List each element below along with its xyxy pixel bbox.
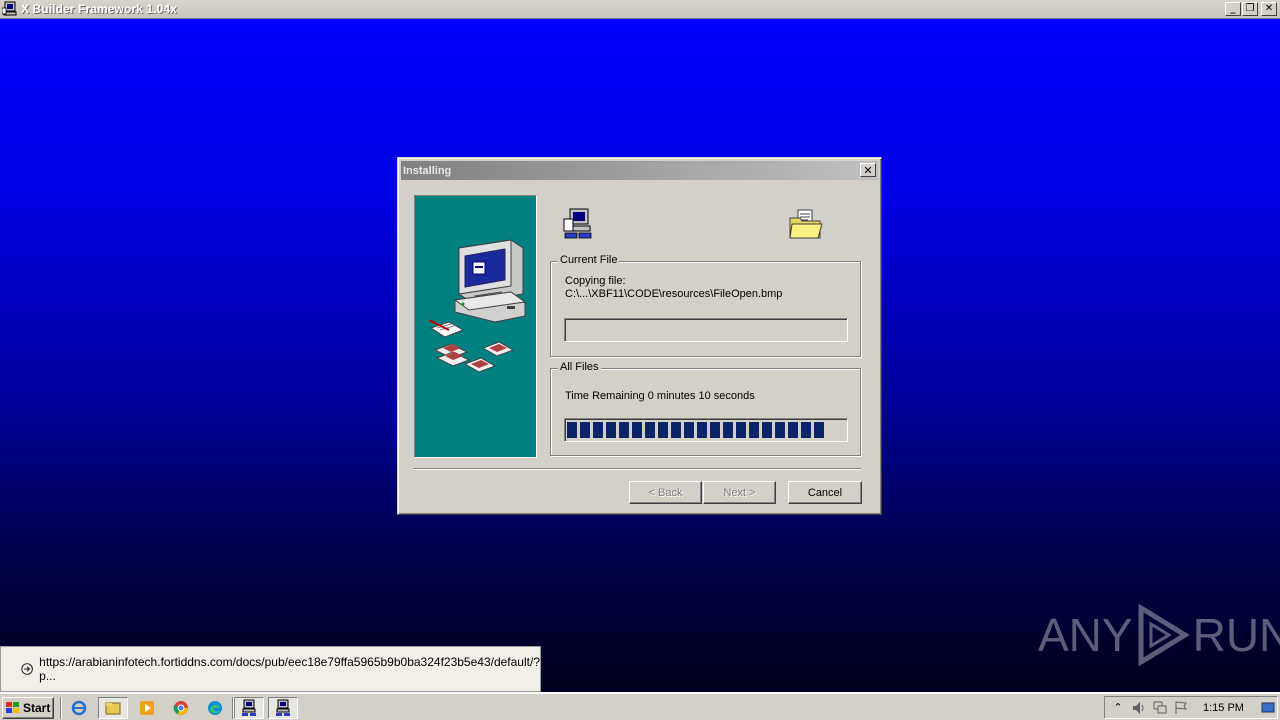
progress-block xyxy=(684,422,694,438)
current-file-legend: Current File xyxy=(558,254,620,266)
volume-icon[interactable] xyxy=(1131,700,1147,716)
system-tray: ⌃ 1:15 PM xyxy=(1104,696,1278,719)
progress-block xyxy=(593,422,603,438)
app-setup-icon xyxy=(2,1,17,16)
progress-block xyxy=(710,422,720,438)
progress-block xyxy=(606,422,616,438)
progress-block xyxy=(762,422,772,438)
progress-block xyxy=(580,422,590,438)
all-files-progress-fill xyxy=(567,422,824,438)
progress-block xyxy=(619,422,629,438)
taskbar-clock: 1:15 PM xyxy=(1203,701,1244,714)
chrome-icon[interactable] xyxy=(172,699,190,717)
progress-block xyxy=(775,422,785,438)
progress-block xyxy=(567,422,577,438)
minimize-icon: _ xyxy=(1230,3,1236,14)
installing-dialog: Installing ✕ Current File Copying file: … xyxy=(397,157,882,515)
app-title: X Builder Framework 1.04x xyxy=(21,2,177,16)
progress-block xyxy=(788,422,798,438)
taskbar: Start ⌃ 1:15 PM xyxy=(0,692,1280,720)
progress-block xyxy=(814,422,824,438)
progress-block xyxy=(801,422,811,438)
close-button[interactable]: ✕ xyxy=(1261,2,1277,16)
status-url-popup: https://arabianinfotech.fortiddns.com/do… xyxy=(0,646,541,692)
dialog-close-button[interactable]: ✕ xyxy=(860,163,876,177)
ie-icon[interactable] xyxy=(70,699,88,717)
open-folder-icon xyxy=(789,209,823,239)
progress-block xyxy=(671,422,681,438)
network-icon[interactable] xyxy=(1152,700,1168,716)
taskbar-divider xyxy=(60,697,62,719)
dialog-titlebar[interactable]: Installing ✕ xyxy=(401,161,878,180)
progress-block xyxy=(736,422,746,438)
current-file-group: Current File Copying file: C:\...\XBF11\… xyxy=(550,254,861,357)
window-controls: _ ❐ ✕ xyxy=(1225,2,1277,16)
side-panel-illustration xyxy=(414,195,537,458)
app-titlebar: X Builder Framework 1.04x _ ❐ ✕ xyxy=(0,0,1280,19)
restore-button[interactable]: ❐ xyxy=(1242,2,1258,16)
status-url-text: https://arabianinfotech.fortiddns.com/do… xyxy=(39,655,540,683)
explorer-icon[interactable] xyxy=(98,697,128,719)
back-button[interactable]: < Back xyxy=(629,481,702,504)
close-icon: ✕ xyxy=(863,163,873,177)
close-icon: ✕ xyxy=(1264,3,1274,14)
installer-task-button-icon[interactable] xyxy=(234,697,264,719)
progress-block xyxy=(749,422,759,438)
progress-block xyxy=(645,422,655,438)
progress-block xyxy=(658,422,668,438)
next-button[interactable]: Next > xyxy=(703,481,776,504)
watermark-right-text: RUN xyxy=(1192,609,1280,661)
progress-block xyxy=(723,422,733,438)
anyrun-watermark: ANY RUN xyxy=(1038,604,1280,666)
watermark-left-text: ANY xyxy=(1038,609,1133,661)
current-file-progress-bar xyxy=(564,318,848,342)
arrow-right-circle-icon xyxy=(21,663,33,675)
computer-illustration-icon xyxy=(428,239,527,373)
all-files-legend: All Files xyxy=(558,361,601,373)
start-button[interactable]: Start xyxy=(2,697,54,719)
progress-block xyxy=(632,422,642,438)
media-player-icon[interactable] xyxy=(138,699,156,717)
copying-file-label: Copying file: xyxy=(565,275,626,287)
start-label: Start xyxy=(23,701,51,715)
flag-icon[interactable] xyxy=(1173,700,1189,716)
button-separator xyxy=(414,468,861,470)
play-logo-icon xyxy=(1138,604,1190,666)
edge-icon[interactable] xyxy=(206,699,224,717)
cancel-button[interactable]: Cancel xyxy=(788,481,862,504)
minimize-button[interactable]: _ xyxy=(1225,2,1241,16)
time-remaining-text: Time Remaining 0 minutes 10 seconds xyxy=(565,390,755,402)
progress-block xyxy=(697,422,707,438)
all-files-group: All Files Time Remaining 0 minutes 10 se… xyxy=(550,361,861,456)
installer-task-button-icon[interactable] xyxy=(268,697,298,719)
tray-expand-icon[interactable]: ⌃ xyxy=(1110,700,1126,716)
dialog-title: Installing xyxy=(403,164,452,177)
show-desktop-icon[interactable] xyxy=(1260,700,1276,716)
restore-icon: ❐ xyxy=(1245,3,1255,14)
setup-computer-icon xyxy=(563,208,592,239)
current-file-path: C:\...\XBF11\CODE\resources\FileOpen.bmp xyxy=(565,288,783,300)
windows-logo-icon xyxy=(6,702,19,713)
all-files-progress-bar xyxy=(564,418,848,442)
